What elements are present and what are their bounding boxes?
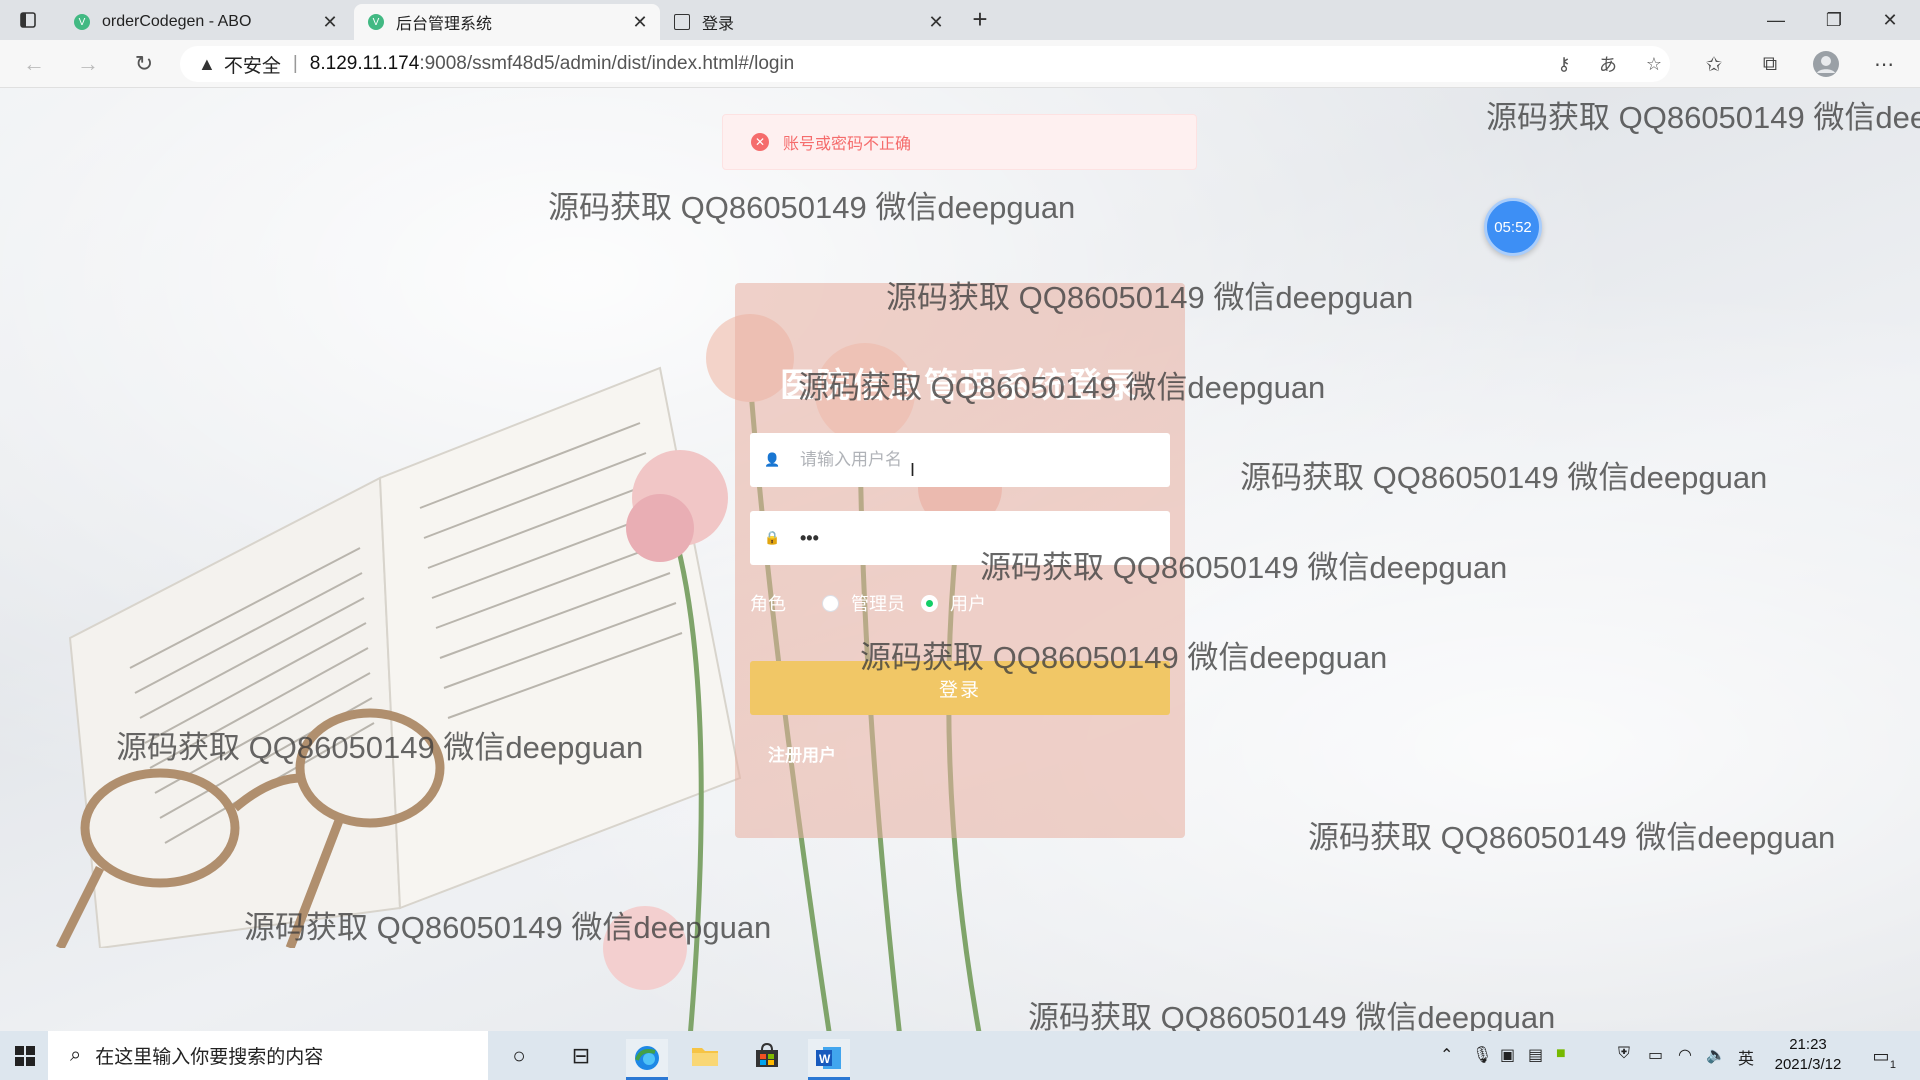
url-path: :9008/ssmf48d5/admin/dist/index.html#/lo… [419, 53, 795, 74]
word-icon[interactable]: W [808, 1039, 850, 1080]
page-favicon-icon [674, 14, 690, 30]
profile-avatar-icon[interactable] [1810, 48, 1842, 80]
close-tab-icon[interactable]: ✕ [320, 12, 340, 32]
security-shield-icon[interactable]: ⛨ [1618, 1045, 1630, 1063]
radio-unchecked-icon[interactable] [822, 594, 839, 612]
collections-icon[interactable]: ⧉ [1754, 48, 1786, 80]
role-radio-user[interactable]: 用户 [921, 590, 986, 616]
text-cursor-icon: I [910, 460, 916, 480]
watermark: 源码获取 QQ86050149 微信deepguan [1308, 820, 1836, 855]
clock-time: 21:23 [1789, 1036, 1827, 1053]
tab-login[interactable]: 登录 ✕ [660, 4, 956, 40]
minimize-icon[interactable]: — [1748, 4, 1804, 36]
login-title: 医院信息管理系统登录 [780, 367, 1140, 405]
register-link[interactable]: 注册用户 [768, 741, 836, 766]
user-icon: 👤 [764, 452, 781, 467]
login-button[interactable]: 登录 [750, 661, 1170, 715]
browser-tab-bar: V orderCodegen - ABO ✕ V 后台管理系统 ✕ 登录 ✕ +… [0, 0, 1920, 40]
volume-icon[interactable]: 🔈 [1706, 1045, 1726, 1065]
url-input[interactable]: ▲ 不安全 | 8.129.11.174 :9008/ssmf48d5/admi… [180, 46, 1670, 82]
window-close-icon[interactable]: ✕ [1862, 4, 1918, 36]
vue-favicon-icon: V [74, 14, 90, 30]
password-field[interactable]: 🔒 ••• [750, 511, 1170, 565]
radio-checked-icon[interactable] [921, 594, 938, 612]
tray-app-icon[interactable]: ▤ [1528, 1045, 1543, 1065]
tab-ordercodegen[interactable]: V orderCodegen - ABO ✕ [60, 4, 350, 40]
security-label[interactable]: 不安全 [224, 51, 281, 78]
error-icon: ✕ [751, 133, 769, 151]
notification-count: 1 [1889, 1059, 1896, 1071]
login-card: 医院信息管理系统登录 👤 🔒 ••• 角色 管理员 用户 登录 注册用户 [735, 283, 1185, 838]
battery-icon[interactable]: ▭ [1648, 1045, 1663, 1065]
address-bar-row: ← → ↻ ▲ 不安全 | 8.129.11.174 :9008/ssmf48d… [0, 40, 1920, 88]
warning-icon: ▲ [198, 53, 216, 74]
lock-icon: 🔒 [764, 530, 781, 545]
username-input[interactable] [800, 450, 1140, 470]
error-message: 账号或密码不正确 [783, 136, 912, 153]
password-input[interactable]: ••• [800, 528, 819, 549]
cortana-icon[interactable]: ○ [502, 1039, 536, 1073]
watermark: 源码获取 QQ86050149 微信deepguan [1028, 1000, 1556, 1031]
store-icon[interactable] [750, 1039, 784, 1073]
role-label: 角色 [750, 594, 786, 614]
read-aloud-icon[interactable]: あ [1594, 50, 1622, 78]
role-selector: 角色 管理员 用户 [750, 591, 1002, 615]
task-view-icon[interactable]: ⊟ [564, 1039, 598, 1073]
more-menu-icon[interactable]: ⋯ [1868, 48, 1900, 80]
show-hidden-icons-icon[interactable]: ⌃ [1440, 1045, 1453, 1065]
restore-icon[interactable]: ❐ [1806, 4, 1862, 36]
page-viewport: ✕ 账号或密码不正确 05:52 医院信息管理系统登录 👤 🔒 ••• 角色 管… [0, 88, 1920, 1031]
key-icon[interactable]: ⚷ [1550, 50, 1578, 78]
windows-start-icon[interactable] [8, 1039, 42, 1073]
role-option-label[interactable]: 用户 [950, 590, 986, 616]
tab-title: 登录 [702, 16, 735, 33]
refresh-icon[interactable]: ↻ [128, 48, 160, 80]
file-explorer-icon[interactable] [688, 1039, 722, 1073]
url-separator: | [292, 53, 298, 74]
new-tab-button[interactable]: + [966, 6, 994, 34]
role-radio-admin[interactable]: 管理员 [822, 590, 905, 616]
tab-title: 后台管理系统 [396, 16, 493, 33]
username-field[interactable]: 👤 [750, 433, 1170, 487]
forward-icon[interactable]: → [72, 48, 104, 80]
wifi-icon[interactable]: ◠ [1678, 1045, 1692, 1065]
close-tab-icon[interactable]: ✕ [926, 12, 946, 32]
microphone-icon[interactable]: 🎙 [1472, 1045, 1492, 1065]
tab-actions-icon[interactable] [16, 8, 40, 32]
search-icon: ⌕ [70, 1044, 82, 1066]
edge-browser-icon[interactable] [626, 1039, 668, 1080]
favorites-icon[interactable]: ✩ [1698, 48, 1730, 80]
clock[interactable]: 21:23 2021/3/12 [1766, 1035, 1850, 1075]
taskbar-search-box[interactable]: ⌕ 在这里输入你要搜索的内容 [48, 1031, 488, 1080]
add-favorite-icon[interactable]: ☆ [1640, 50, 1668, 78]
tab-admin-system[interactable]: V 后台管理系统 ✕ [354, 4, 660, 40]
back-icon[interactable]: ← [18, 48, 50, 80]
timer-bubble[interactable]: 05:52 [1484, 198, 1542, 256]
taskbar: ⌕ 在这里输入你要搜索的内容 ○ ⊟ W ⌃ 🎙 ▣ ▤ ■ ⛨ ▭ ◠ 🔈 英… [0, 1031, 1920, 1080]
watermark: 源码获取 QQ86050149 微信deepguan [1240, 460, 1768, 495]
watermark: 源码获取 QQ86050149 微信deepguan [1486, 100, 1920, 135]
nvidia-icon[interactable]: ■ [1556, 1045, 1566, 1063]
notification-center-icon[interactable]: ▭ 1 [1864, 1039, 1898, 1073]
ime-indicator[interactable]: 英 [1738, 1045, 1754, 1069]
close-tab-icon[interactable]: ✕ [630, 12, 650, 32]
vue-favicon-icon: V [368, 14, 384, 30]
clock-date: 2021/3/12 [1774, 1056, 1842, 1073]
url-host: 8.129.11.174 [309, 53, 420, 74]
tab-title: orderCodegen - ABO [102, 13, 252, 30]
tray-app-icon[interactable]: ▣ [1500, 1045, 1515, 1065]
role-option-label[interactable]: 管理员 [851, 590, 905, 616]
error-toast: ✕ 账号或密码不正确 [722, 114, 1197, 170]
watermark: 源码获取 QQ86050149 微信deepguan [548, 190, 1076, 225]
taskbar-search-placeholder: 在这里输入你要搜索的内容 [95, 1047, 324, 1068]
svg-text:W: W [819, 1052, 831, 1066]
